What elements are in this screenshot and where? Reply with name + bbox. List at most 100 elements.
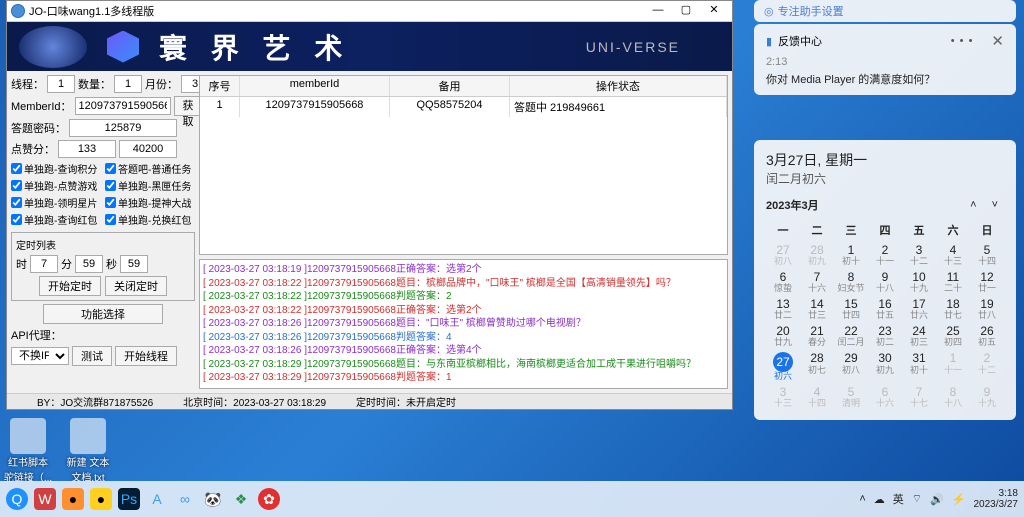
tray-cloud-icon[interactable]: ☁ (874, 493, 885, 506)
cal-day[interactable]: 3十三 (766, 385, 800, 410)
cal-day[interactable]: 16廿五 (868, 297, 902, 322)
cal-day[interactable]: 7十七 (902, 385, 936, 410)
test-button[interactable]: 测试 (72, 346, 112, 366)
cal-day[interactable]: 9十八 (868, 270, 902, 295)
task-checkbox[interactable]: 单独跑-查询红包 (11, 212, 101, 227)
cal-day[interactable]: 31初十 (902, 351, 936, 383)
taskbar-qq-icon[interactable]: Q (6, 488, 28, 510)
cal-day[interactable]: 2十一 (868, 243, 902, 268)
cal-day[interactable]: 2十二 (970, 351, 1004, 383)
maximize-button[interactable]: ▢ (672, 1, 700, 21)
memberid-input[interactable] (75, 97, 171, 115)
cal-day[interactable]: 8妇女节 (834, 270, 868, 295)
cal-day[interactable]: 10十九 (902, 270, 936, 295)
cal-day[interactable]: 23初二 (868, 324, 902, 349)
taskbar-panda-icon[interactable]: 🐼 (202, 488, 224, 510)
cal-day[interactable]: 5清明 (834, 385, 868, 410)
tray-ime[interactable]: 英 (893, 491, 904, 507)
tray-wifi-icon[interactable]: ⌔ (912, 492, 922, 506)
cal-day[interactable]: 5十四 (970, 243, 1004, 268)
taskbar-app4-icon[interactable]: ● (90, 488, 112, 510)
calendar-panel[interactable]: 3月27日, 星期一 闰二月初六 2023年3月 ˄ ˅ 一二三四五六日27初八… (754, 140, 1016, 420)
taskbar[interactable]: Q W ● ● Ps A ∞ 🐼 ❖ ✿ ˄ ☁ 英 ⌔ 🔊 ⚡ 3:18 20… (0, 481, 1024, 517)
cal-day[interactable]: 3十二 (902, 243, 936, 268)
minimize-button[interactable]: — (644, 1, 672, 21)
cal-day[interactable]: 25初四 (936, 324, 970, 349)
checkbox-input[interactable] (105, 197, 116, 208)
task-checkbox[interactable]: 单独跑-点赞游戏 (11, 178, 101, 193)
cal-day[interactable]: 6惊蛰 (766, 270, 800, 295)
cal-day[interactable]: 15廿四 (834, 297, 868, 322)
taskbar-app9-icon[interactable]: ❖ (230, 488, 252, 510)
start-timer-button[interactable]: 开始定时 (39, 276, 101, 296)
cal-day[interactable]: 12廿一 (970, 270, 1004, 295)
second-input[interactable] (120, 255, 148, 273)
task-checkbox[interactable]: 单独跑-查询积分 (11, 161, 101, 176)
checkbox-input[interactable] (11, 214, 22, 225)
system-tray[interactable]: ˄ ☁ 英 ⌔ 🔊 ⚡ 3:18 2023/3/27 (859, 488, 1018, 510)
cal-day[interactable]: 11二十 (936, 270, 970, 295)
cal-day[interactable]: 18廿七 (936, 297, 970, 322)
cal-day[interactable]: 4十四 (800, 385, 834, 410)
cal-day[interactable]: 27初六 (766, 351, 800, 383)
desktop-shortcut[interactable]: 红书脚本 驼链接（... (2, 418, 54, 484)
function-select-button[interactable]: 功能选择 (43, 304, 163, 324)
checkbox-input[interactable] (105, 180, 116, 191)
feedback-menu-button[interactable]: • • • (951, 35, 974, 47)
table-row[interactable]: 1 1209737915905668 QQ58575204 答题中 219849… (200, 97, 727, 117)
cal-day[interactable]: 19廿八 (970, 297, 1004, 322)
cal-day[interactable]: 30初九 (868, 351, 902, 383)
taskbar-app6-icon[interactable]: A (146, 488, 168, 510)
thread-input[interactable] (47, 75, 75, 93)
cal-day[interactable]: 20廿九 (766, 324, 800, 349)
cal-day[interactable]: 4十三 (936, 243, 970, 268)
taskbar-app3-icon[interactable]: ● (62, 488, 84, 510)
ip-select[interactable]: 不换IP (11, 347, 69, 365)
tray-clock[interactable]: 3:18 2023/3/27 (974, 488, 1019, 510)
cal-day[interactable]: 14廿三 (800, 297, 834, 322)
cal-day[interactable]: 1初十 (834, 243, 868, 268)
start-thread-button[interactable]: 开始线程 (115, 346, 177, 366)
tray-battery-icon[interactable]: ⚡ (952, 493, 966, 506)
cal-day[interactable]: 22闰二月 (834, 324, 868, 349)
checkbox-input[interactable] (105, 163, 116, 174)
cal-day[interactable]: 6十六 (868, 385, 902, 410)
checkbox-input[interactable] (11, 197, 22, 208)
focus-assist-panel[interactable]: ◎ 专注助手设置 (754, 0, 1016, 22)
cal-day[interactable]: 7十六 (800, 270, 834, 295)
answer-pwd-input[interactable] (69, 119, 177, 137)
score1-input[interactable] (58, 140, 116, 158)
task-checkbox[interactable]: 单独跑-提神大战 (105, 195, 195, 210)
cal-day[interactable]: 1十一 (936, 351, 970, 383)
taskbar-photoshop-icon[interactable]: Ps (118, 488, 140, 510)
data-table[interactable]: 序号 memberId 备用 操作状态 1 1209737915905668 Q… (199, 75, 728, 255)
tray-chevron-icon[interactable]: ˄ (859, 493, 865, 505)
taskbar-app7-icon[interactable]: ∞ (174, 488, 196, 510)
cal-day[interactable]: 28初九 (800, 243, 834, 268)
cal-day[interactable]: 26初五 (970, 324, 1004, 349)
feedback-panel[interactable]: ▮ 反馈中心 • • • ✕ 2:13 你对 Media Player 的满意度… (754, 24, 1016, 95)
minute-input[interactable] (75, 255, 103, 273)
cal-day[interactable]: 27初八 (766, 243, 800, 268)
cal-day[interactable]: 17廿六 (902, 297, 936, 322)
taskbar-app10-icon[interactable]: ✿ (258, 488, 280, 510)
cal-day[interactable]: 21春分 (800, 324, 834, 349)
titlebar[interactable]: JO-口味wang1.1多线程版 — ▢ ✕ (7, 1, 732, 22)
close-timer-button[interactable]: 关闭定时 (105, 276, 167, 296)
task-checkbox[interactable]: 单独跑-领明星片 (11, 195, 101, 210)
cal-day[interactable]: 8十八 (936, 385, 970, 410)
task-checkbox[interactable]: 答题吧-普通任务 (105, 161, 195, 176)
cal-prev-button[interactable]: ˄ (964, 199, 982, 211)
tray-volume-icon[interactable]: 🔊 (930, 493, 944, 506)
task-checkbox[interactable]: 单独跑-黑匣任务 (105, 178, 195, 193)
checkbox-input[interactable] (105, 214, 116, 225)
log-output[interactable]: [ 2023-03-27 03:18:19 ]1209737915905668正… (199, 259, 728, 389)
score2-input[interactable] (119, 140, 177, 158)
feedback-close-button[interactable]: ✕ (991, 32, 1004, 50)
checkbox-input[interactable] (11, 180, 22, 191)
desktop-shortcut[interactable]: 新建 文本文档.txt (62, 418, 114, 484)
task-checkbox[interactable]: 单独跑-兑换红包 (105, 212, 195, 227)
hour-input[interactable] (30, 255, 58, 273)
cal-day[interactable]: 29初八 (834, 351, 868, 383)
cal-next-button[interactable]: ˅ (986, 199, 1004, 211)
